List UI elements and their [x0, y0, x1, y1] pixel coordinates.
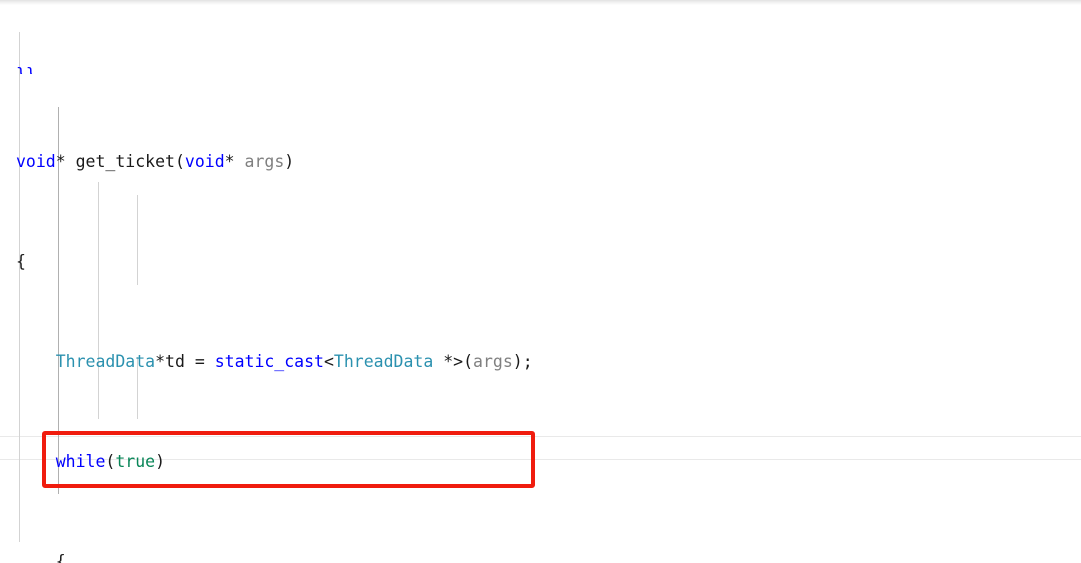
- code-token-angle-open: <: [323, 352, 334, 371]
- code-text-layer[interactable]: }} void* get_ticket(void* args) { Thread…: [0, 0, 1081, 563]
- code-line-open-brace-fn: {: [0, 249, 1081, 274]
- code-token-void: void: [16, 152, 56, 171]
- code-token-brace: {: [16, 252, 26, 271]
- code-token-angle-close: *>: [433, 352, 464, 371]
- code-line-function-signature: void* get_ticket(void* args): [0, 149, 1081, 174]
- code-token-type-threaddata: ThreadData: [55, 352, 156, 371]
- code-token-paren-close-2: );: [512, 352, 533, 371]
- code-line-static-cast: ThreadData*td = static_cast<ThreadData *…: [0, 349, 1081, 374]
- code-token-td-decl: *td =: [155, 352, 215, 371]
- code-line-while: while(true): [0, 449, 1081, 474]
- code-token-param-args: args: [244, 152, 285, 171]
- code-token-void-param: void: [184, 152, 225, 171]
- code-token-type-threaddata-2: ThreadData: [333, 352, 434, 371]
- code-token-while-paren-close: ): [155, 452, 166, 471]
- code-editor-viewport[interactable]: }} void* get_ticket(void* args) { Thread…: [0, 0, 1081, 563]
- code-line-while-open-brace: {: [0, 549, 1081, 563]
- code-token-brace-while: {: [55, 552, 66, 563]
- code-token-open-paren: (: [174, 152, 185, 171]
- code-token-function-name: get_ticket: [75, 152, 175, 171]
- code-token-star-space-2: *: [224, 152, 245, 171]
- code-token-brace-fragment: }}: [16, 65, 36, 74]
- code-token-close-paren: ): [284, 152, 295, 171]
- code-token-static-cast: static_cast: [214, 352, 324, 371]
- code-line-partial-top: }}: [0, 62, 1081, 74]
- code-token-star-space: *: [55, 152, 76, 171]
- code-token-paren-open-2: (: [463, 352, 474, 371]
- code-token-args-ref: args: [473, 352, 513, 371]
- code-token-true: true: [115, 452, 156, 471]
- code-token-while-paren-open: (: [105, 452, 116, 471]
- code-token-while: while: [55, 452, 106, 471]
